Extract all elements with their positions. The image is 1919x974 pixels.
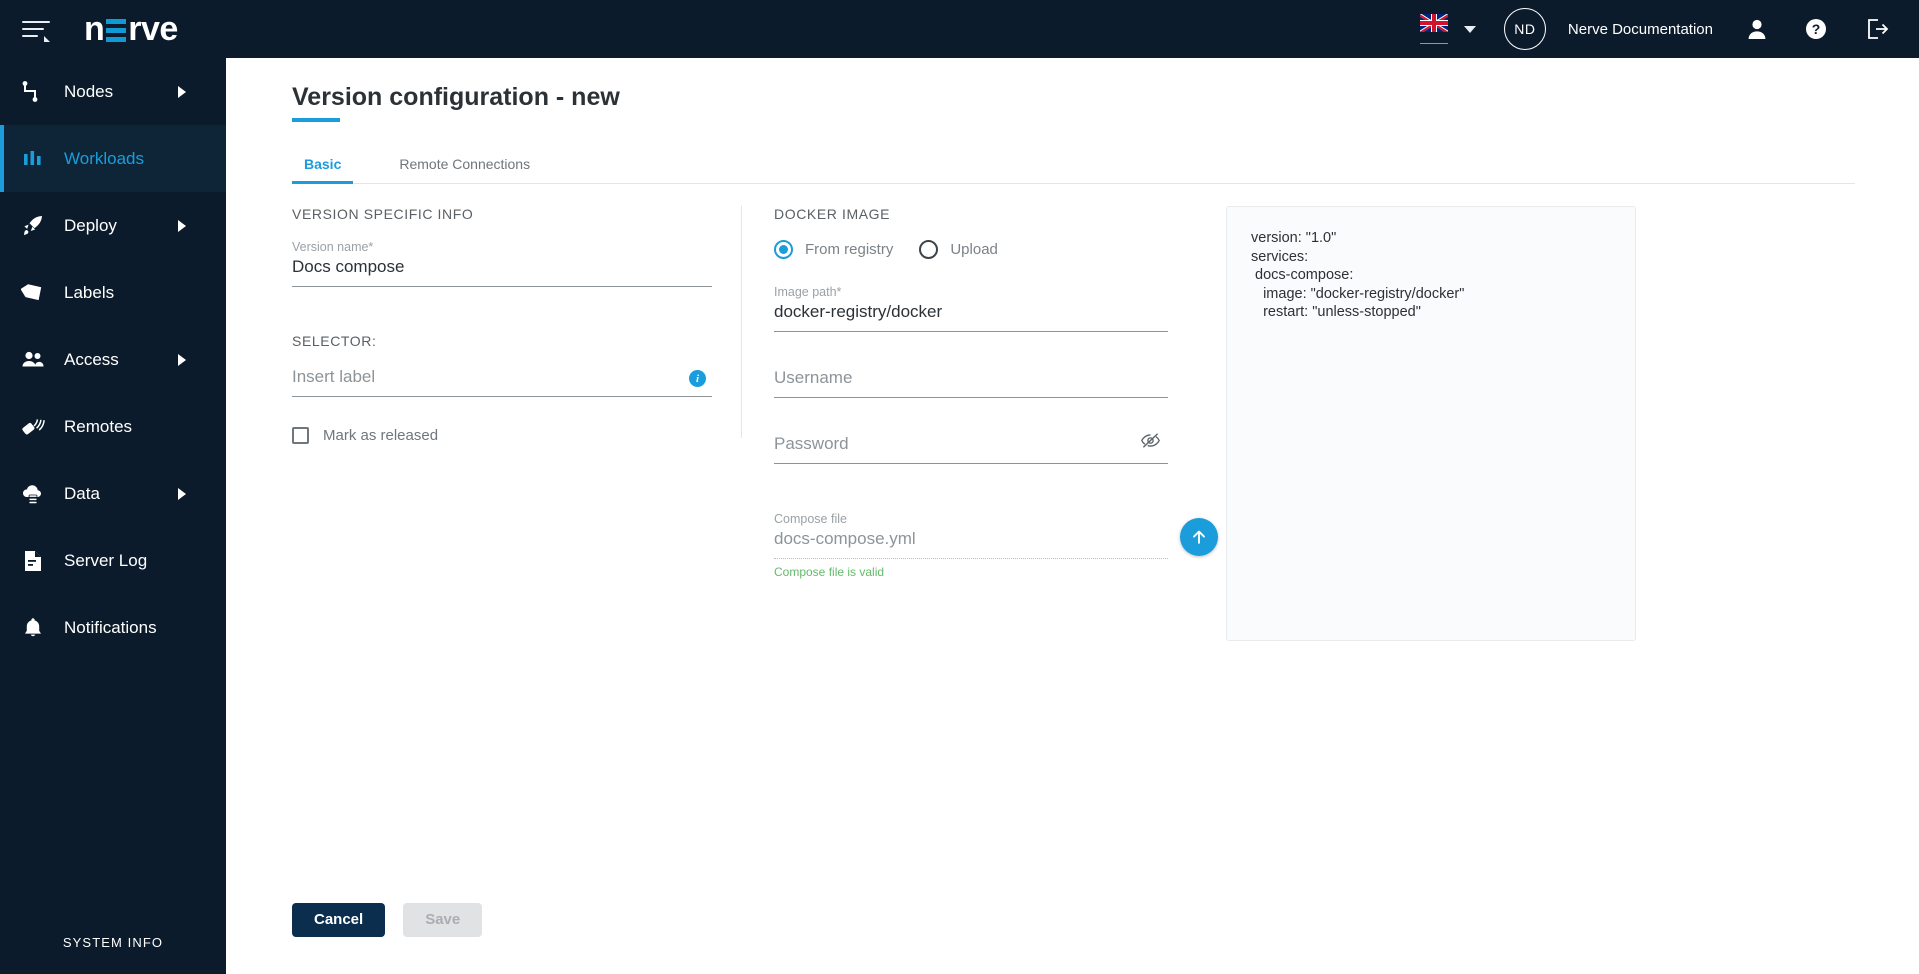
version-name-label: Version name*: [292, 240, 374, 254]
uk-flag-icon: [1419, 14, 1448, 44]
top-bar: n rve ND Nerve Documentation ?: [0, 0, 1919, 58]
selector-title: SELECTOR:: [292, 333, 377, 349]
page-title: Version configuration - new: [292, 83, 620, 122]
compose-file-value[interactable]: docs-compose.yml: [774, 529, 1168, 559]
radio-upload[interactable]: [919, 240, 939, 259]
cloud-data-icon: [20, 481, 46, 507]
compose-file-label: Compose file: [774, 512, 847, 526]
chevron-right-icon: [178, 353, 186, 366]
docker-image-title: DOCKER IMAGE: [774, 206, 891, 222]
sidebar-item-deploy[interactable]: Deploy: [0, 192, 226, 259]
labels-icon: [20, 280, 46, 306]
sidebar-item-access[interactable]: Access: [0, 326, 226, 393]
username-field[interactable]: Username: [774, 368, 1168, 398]
sidebar-item-label: Server Log: [64, 550, 148, 570]
question-mark-icon[interactable]: ?: [1805, 18, 1827, 40]
info-icon[interactable]: i: [689, 370, 706, 387]
compose-file-validation-message: Compose file is valid: [774, 565, 885, 579]
password-field[interactable]: Password: [774, 431, 1168, 464]
tab-basic[interactable]: Basic: [292, 156, 354, 184]
image-source-radio-group: From registry Upload: [774, 240, 1168, 259]
sidebar-item-label: Notifications: [64, 617, 157, 637]
radio-from-registry[interactable]: [774, 240, 793, 259]
logout-icon[interactable]: [1865, 17, 1889, 41]
brand-equals-icon: [106, 16, 127, 42]
tab-remote-connections[interactable]: Remote Connections: [387, 156, 542, 183]
document-icon: [20, 548, 46, 574]
username-input[interactable]: Username: [774, 368, 1168, 398]
brand-text-first: n: [84, 10, 105, 48]
chevron-right-icon: [178, 219, 186, 232]
yaml-preview-panel: version: "1.0" services: docs-compose: i…: [1226, 206, 1636, 641]
avatar-initials: ND: [1514, 21, 1536, 37]
radio-upload-label: Upload: [950, 241, 998, 258]
username-label: Nerve Documentation: [1567, 20, 1713, 38]
mark-as-released-label: Mark as released: [323, 427, 439, 444]
compose-file-field[interactable]: Compose file docs-compose.yml Compose fi…: [774, 512, 1218, 579]
image-path-label: Image path*: [774, 285, 842, 299]
password-input[interactable]: Password: [774, 434, 1168, 464]
selector-field[interactable]: Insert label i: [292, 367, 712, 397]
sidebar-item-remotes[interactable]: Remotes: [0, 393, 226, 460]
sidebar-item-workloads[interactable]: Workloads: [0, 125, 226, 192]
hamburger-caret-icon: [44, 36, 50, 42]
version-specific-info-title: VERSION SPECIFIC INFO: [292, 206, 474, 222]
rocket-icon: [20, 213, 46, 239]
top-bar-right: ND Nerve Documentation ?: [1419, 0, 1919, 58]
sidebar-item-label: Workloads: [64, 148, 144, 168]
mark-as-released-checkbox[interactable]: [292, 427, 309, 444]
version-name-input[interactable]: Docs compose: [292, 257, 712, 287]
version-specific-info-section: VERSION SPECIFIC INFO Version name* Docs…: [292, 206, 712, 444]
sidebar-item-label: Remotes: [64, 416, 133, 436]
tab-bar: Basic Remote Connections: [292, 144, 1855, 184]
brand-text-last: rve: [128, 10, 178, 48]
chevron-right-icon: [178, 85, 186, 98]
users-icon: [20, 347, 46, 373]
chevron-right-icon: [178, 487, 186, 500]
upload-arrow-icon[interactable]: [1180, 518, 1218, 556]
sidebar: Nodes Workloads Deploy Labels Access Rem…: [0, 58, 226, 974]
sidebar-item-label: Labels: [64, 282, 115, 302]
version-name-field[interactable]: Version name* Docs compose: [292, 240, 712, 287]
nerve-logo[interactable]: n rve: [84, 12, 178, 46]
chevron-down-icon[interactable]: [1463, 25, 1476, 33]
hamburger-menu-icon[interactable]: [22, 16, 56, 42]
svg-text:?: ?: [1812, 21, 1821, 37]
sidebar-item-label: Deploy: [64, 215, 117, 235]
sidebar-item-server-log[interactable]: Server Log: [0, 527, 226, 594]
avatar[interactable]: ND: [1503, 8, 1546, 50]
workloads-icon: [20, 146, 46, 172]
sidebar-item-label: Data: [64, 483, 100, 503]
remote-icon: [20, 414, 46, 440]
sidebar-item-label: Nodes: [64, 81, 114, 101]
image-path-field[interactable]: Image path* docker-registry/docker: [774, 285, 1168, 332]
system-info-link[interactable]: SYSTEM INFO: [0, 935, 226, 950]
sidebar-item-nodes[interactable]: Nodes: [0, 58, 226, 125]
language-selector[interactable]: [1419, 14, 1476, 44]
radio-from-registry-label: From registry: [805, 241, 894, 258]
image-path-input[interactable]: docker-registry/docker: [774, 302, 1168, 332]
sidebar-item-data[interactable]: Data: [0, 460, 226, 527]
mark-as-released-row[interactable]: Mark as released: [292, 427, 712, 444]
form-actions: Cancel Save: [292, 903, 483, 937]
sidebar-item-notifications[interactable]: Notifications: [0, 594, 226, 661]
selector-input[interactable]: Insert label: [292, 367, 712, 397]
sidebar-item-labels[interactable]: Labels: [0, 259, 226, 326]
docker-image-section: DOCKER IMAGE From registry Upload Image …: [774, 206, 1218, 589]
main-content: Version configuration - new Basic Remote…: [226, 58, 1919, 974]
eye-off-icon[interactable]: [1141, 431, 1160, 455]
bell-icon: [20, 615, 46, 641]
sidebar-item-label: Access: [64, 349, 119, 369]
user-icon[interactable]: [1747, 18, 1767, 40]
nodes-icon: [20, 79, 46, 105]
column-divider: [741, 206, 742, 438]
cancel-button[interactable]: Cancel: [292, 903, 386, 937]
save-button[interactable]: Save: [403, 903, 483, 937]
